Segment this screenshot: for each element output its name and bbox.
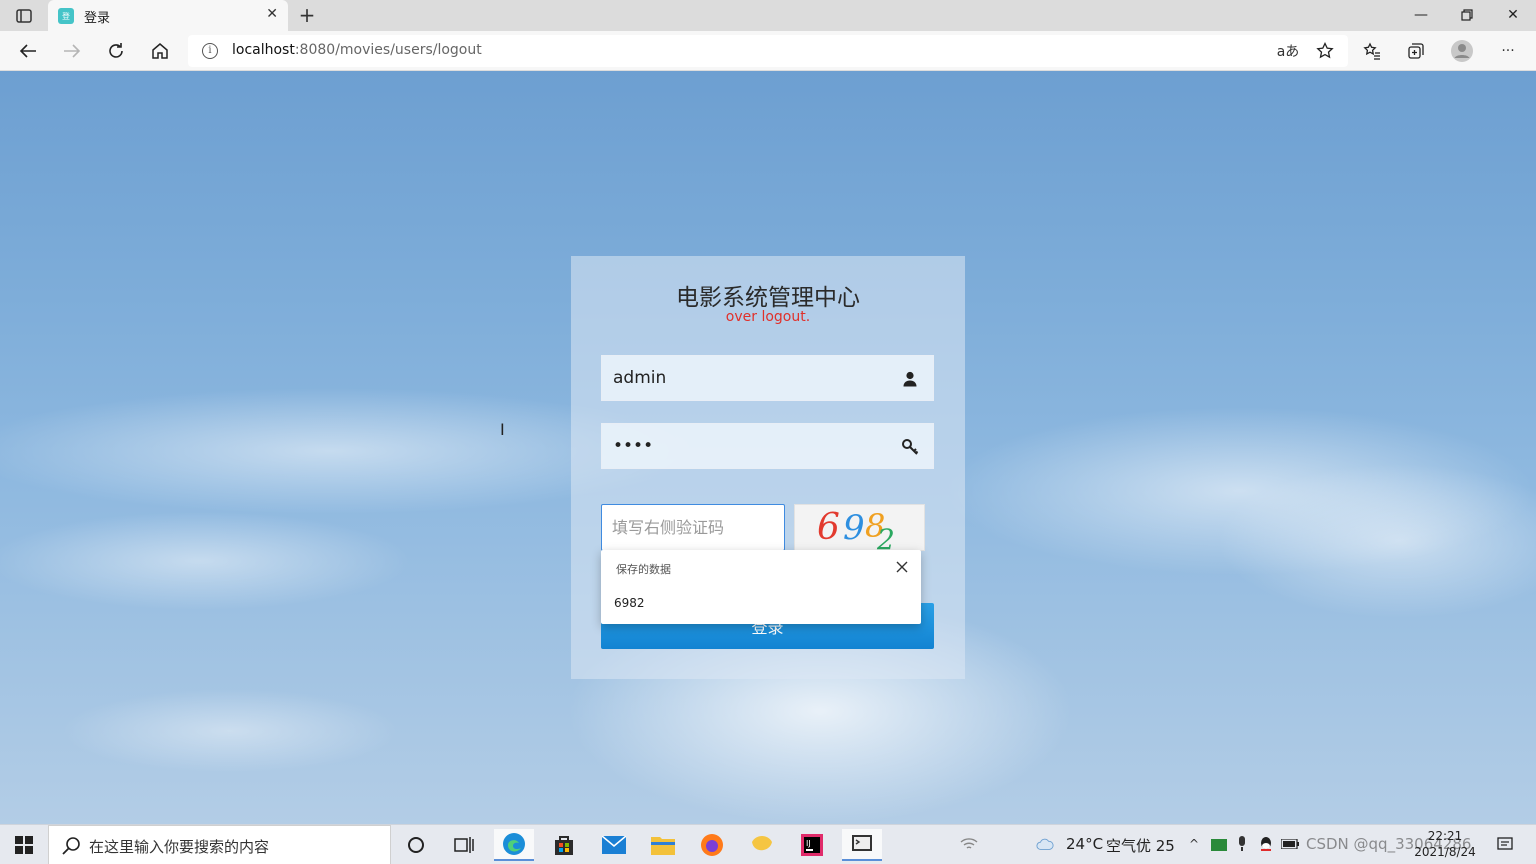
firefox-app-icon[interactable] — [692, 829, 732, 861]
folder-app-icon[interactable] — [742, 829, 782, 861]
notification-icon[interactable] — [1496, 835, 1514, 853]
search-icon — [61, 836, 81, 856]
text-cursor-icon: I — [500, 420, 505, 439]
captcha-digit: 9 — [843, 508, 865, 548]
mail-app-icon[interactable] — [594, 829, 634, 861]
windows-start-icon[interactable] — [0, 825, 48, 864]
tray-app-icon[interactable] — [1210, 835, 1228, 853]
url-path: :8080/movies/users/logout — [294, 42, 482, 58]
svg-text:IJ: IJ — [806, 839, 811, 848]
air-quality[interactable]: 空气优 25 — [1106, 835, 1175, 856]
weather-cloud-icon — [1036, 835, 1054, 853]
browser-toolbar: i localhost:8080/movies/users/logout aあ … — [0, 31, 1536, 71]
username-field[interactable]: admin — [601, 355, 934, 401]
site-info-icon[interactable]: i — [202, 43, 218, 59]
captcha-input[interactable] — [602, 505, 784, 550]
weather-temp[interactable]: 24°C — [1066, 835, 1103, 853]
close-window-icon[interactable]: ✕ — [1490, 3, 1536, 27]
more-options-icon[interactable]: ··· — [1494, 39, 1522, 63]
password-value: •••• — [613, 436, 654, 456]
captcha-field[interactable] — [601, 504, 785, 551]
password-field[interactable]: •••• — [601, 423, 934, 469]
home-icon[interactable] — [147, 39, 173, 63]
cortana-icon[interactable] — [396, 829, 436, 861]
forward-icon[interactable] — [59, 39, 85, 63]
system-clock[interactable]: 22:21 2021/8/24 — [1412, 828, 1478, 860]
tab-title: 登录 — [84, 11, 111, 26]
captcha-digit: 6 — [817, 507, 840, 548]
autofill-header: 保存的数据 — [616, 563, 671, 576]
profile-avatar[interactable] — [1448, 39, 1476, 63]
tab-close-icon[interactable]: ✕ — [266, 6, 278, 22]
intellij-app-icon[interactable]: IJ — [792, 829, 832, 861]
chevron-up-icon[interactable]: ^ — [1185, 835, 1203, 853]
captcha-image[interactable]: 6 9 8 2 — [794, 504, 925, 556]
edge-app-icon[interactable] — [494, 829, 534, 861]
add-favorite-icon[interactable] — [1311, 39, 1339, 63]
clock-time: 22:21 — [1427, 829, 1463, 843]
tab-favicon-icon: 登 — [58, 8, 74, 24]
new-tab-button[interactable]: + — [296, 3, 318, 27]
refresh-icon[interactable] — [103, 39, 129, 63]
terminal-app-icon[interactable] — [842, 829, 882, 861]
store-app-icon[interactable] — [544, 829, 584, 861]
captcha-digits: 6 9 8 2 — [817, 507, 895, 556]
browser-tabbar: 登 登录 ✕ + — ✕ — [0, 0, 1536, 31]
back-icon[interactable] — [15, 39, 41, 63]
url-host: localhost — [232, 42, 295, 58]
autofill-close-icon[interactable] — [895, 559, 911, 575]
clock-date: 2021/8/24 — [1414, 845, 1476, 859]
favorites-icon[interactable] — [1358, 39, 1386, 63]
browser-tab[interactable]: 登 登录 ✕ — [48, 0, 288, 31]
task-view-icon[interactable] — [444, 829, 484, 861]
tab-actions-icon[interactable] — [12, 6, 36, 26]
page-title: 电影系统管理中心 — [676, 285, 860, 311]
username-value: admin — [613, 368, 667, 388]
address-bar[interactable]: i localhost:8080/movies/users/logout — [188, 35, 1348, 67]
user-icon — [901, 370, 919, 388]
autofill-dropdown: 保存的数据 6982 — [601, 550, 921, 624]
minimize-icon[interactable]: — — [1398, 3, 1444, 27]
logout-message: over logout. — [725, 309, 811, 325]
captcha-digit: 2 — [876, 523, 895, 552]
login-page: I 电影系统管理中心 over logout. admin •••• 6 9 8… — [0, 71, 1536, 824]
taskbar-search-placeholder: 在这里输入你要搜索的内容 — [89, 838, 270, 856]
translate-icon[interactable]: aあ — [1274, 39, 1302, 63]
file-explorer-icon[interactable] — [643, 829, 683, 861]
autofill-item[interactable]: 6982 — [614, 596, 645, 610]
key-icon — [901, 438, 919, 456]
taskbar-search[interactable]: 在这里输入你要搜索的内容 — [48, 825, 391, 864]
qq-icon[interactable] — [1257, 835, 1275, 853]
url-text: localhost:8080/movies/users/logout — [232, 42, 482, 58]
taskbar: 在这里输入你要搜索的内容 IJ 24°C 空气优 25 ^ CSDN @qq_3… — [0, 824, 1536, 864]
wifi-icon[interactable] — [960, 835, 978, 853]
battery-icon[interactable] — [1281, 835, 1299, 853]
collections-icon[interactable] — [1402, 39, 1430, 63]
microphone-icon[interactable] — [1233, 835, 1251, 853]
restore-icon[interactable] — [1444, 3, 1490, 27]
